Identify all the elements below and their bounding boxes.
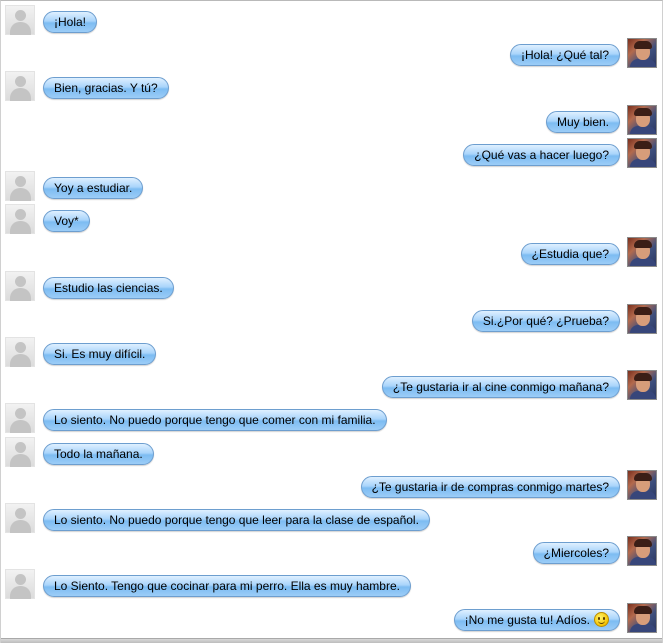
received-message-bubble[interactable]: Lo siento. No puedo porque tengo que com…	[38, 409, 387, 432]
message-text: Lo siento. No puedo porque tengo que com…	[54, 413, 376, 428]
message-row: ¿Te gustaria ir al cine conmigo mañana?	[1, 370, 662, 402]
message-text: ¿Miercoles?	[543, 546, 609, 561]
default-avatar-icon	[5, 270, 35, 301]
message-text: ¿Estudia que?	[531, 247, 609, 262]
received-message-bubble[interactable]: Lo Siento. Tengo que cocinar para mi per…	[38, 575, 411, 598]
window-bottom-edge	[1, 638, 662, 643]
default-avatar-icon	[5, 403, 35, 434]
message-text: ¡No me gusta tu! Adíos.	[464, 612, 590, 627]
message-row: ¿Estudia que?	[1, 237, 662, 269]
default-avatar-icon	[5, 503, 35, 533]
received-message-bubble[interactable]: Todo la mañana.	[38, 442, 154, 465]
user-photo-avatar	[627, 370, 657, 401]
sent-message-bubble[interactable]: Muy bien.	[545, 110, 626, 133]
message-text: ¡Hola! ¿Qué tal?	[520, 48, 609, 63]
user-photo-avatar	[627, 237, 657, 268]
received-message-bubble[interactable]: Lo siento. No puedo porque tengo que lee…	[38, 509, 430, 531]
message-text: Yoy a estudiar.	[54, 181, 133, 195]
message-text: ¿Te gustaria ir de compras conmigo marte…	[371, 479, 609, 494]
sent-message-bubble[interactable]: ¿Miercoles?	[532, 542, 626, 565]
message-text: Muy bien.	[556, 114, 609, 129]
message-row: Voy*	[1, 204, 662, 236]
message-row: Yoy a estudiar.	[1, 171, 662, 203]
received-message-bubble[interactable]: Yoy a estudiar.	[37, 177, 144, 199]
message-row: Lo siento. No puedo porque tengo que lee…	[1, 503, 662, 535]
user-photo-avatar	[627, 104, 657, 135]
received-message-bubble[interactable]: Voy*	[38, 210, 90, 233]
message-row: ¡No me gusta tu! Adíos.	[1, 602, 662, 635]
default-avatar-icon	[5, 171, 35, 201]
message-text: Lo Siento. Tengo que cocinar para mi per…	[54, 579, 400, 594]
message-text: ¿Qué vas a hacer luego?	[474, 147, 609, 162]
message-row: ¿Miercoles?	[1, 536, 662, 568]
received-message-bubble[interactable]: Estudio las ciencias.	[38, 276, 174, 299]
message-row: ¡Hola!	[1, 5, 662, 37]
message-text: Si.¿Por qué? ¿Prueba?	[482, 313, 609, 328]
message-row: Si. Es muy difícil.	[1, 337, 662, 369]
message-text: Bien, gracias. Y tú?	[54, 81, 158, 96]
sent-message-bubble[interactable]: ¿Te gustaria ir de compras conmigo marte…	[360, 475, 626, 498]
default-avatar-icon	[5, 569, 35, 600]
user-photo-avatar	[627, 602, 657, 633]
message-row: Si.¿Por qué? ¿Prueba?	[1, 303, 662, 336]
received-message-bubble[interactable]: Si. Es muy difícil.	[37, 343, 157, 365]
default-avatar-icon	[5, 204, 35, 235]
message-row: Lo siento. No puedo porque tengo que com…	[1, 403, 662, 435]
sent-message-bubble[interactable]: Si.¿Por qué? ¿Prueba?	[471, 309, 626, 332]
message-text: Estudio las ciencias.	[54, 280, 163, 295]
sent-message-bubble[interactable]: ¡No me gusta tu! Adíos.	[453, 608, 626, 631]
message-row: Muy bien.	[1, 104, 662, 137]
message-text: ¿Te gustaria ir al cine conmigo mañana?	[392, 380, 609, 395]
user-photo-avatar	[627, 536, 657, 567]
user-photo-avatar	[627, 303, 657, 334]
message-row: ¡Hola! ¿Qué tal?	[1, 38, 662, 70]
message-text: Si. Es muy difícil.	[54, 347, 146, 361]
user-photo-avatar	[627, 469, 657, 500]
default-avatar-icon	[5, 436, 35, 467]
message-text: Voy*	[54, 214, 79, 229]
smiley-icon	[594, 611, 609, 627]
default-avatar-icon	[5, 337, 35, 367]
message-row: Lo Siento. Tengo que cocinar para mi per…	[1, 569, 662, 601]
default-avatar-icon	[5, 71, 35, 102]
message-text: Lo siento. No puedo porque tengo que lee…	[54, 513, 419, 527]
user-photo-avatar	[627, 137, 657, 168]
received-message-bubble[interactable]: ¡Hola!	[37, 11, 98, 33]
message-text: ¡Hola!	[54, 15, 87, 29]
sent-message-bubble[interactable]: ¡Hola! ¿Qué tal?	[509, 44, 626, 67]
message-row: ¿Te gustaria ir de compras conmigo marte…	[1, 469, 662, 502]
message-row: Bien, gracias. Y tú?	[1, 71, 662, 103]
sent-message-bubble[interactable]: ¿Estudia que?	[520, 243, 626, 266]
message-row: Estudio las ciencias.	[1, 270, 662, 303]
message-text: Todo la mañana.	[54, 446, 143, 461]
sent-message-bubble[interactable]: ¿Te gustaria ir al cine conmigo mañana?	[381, 376, 626, 399]
message-row: ¿Qué vas a hacer luego?	[1, 137, 662, 170]
received-message-bubble[interactable]: Bien, gracias. Y tú?	[38, 77, 169, 100]
message-row: Todo la mañana.	[1, 436, 662, 469]
chat-transcript: ¡Hola! ¡Hola! ¿Qué tal? Bien, gracias. Y t…	[0, 0, 663, 643]
default-avatar-icon	[5, 5, 35, 35]
user-photo-avatar	[627, 38, 657, 69]
sent-message-bubble[interactable]: ¿Qué vas a hacer luego?	[463, 143, 625, 166]
